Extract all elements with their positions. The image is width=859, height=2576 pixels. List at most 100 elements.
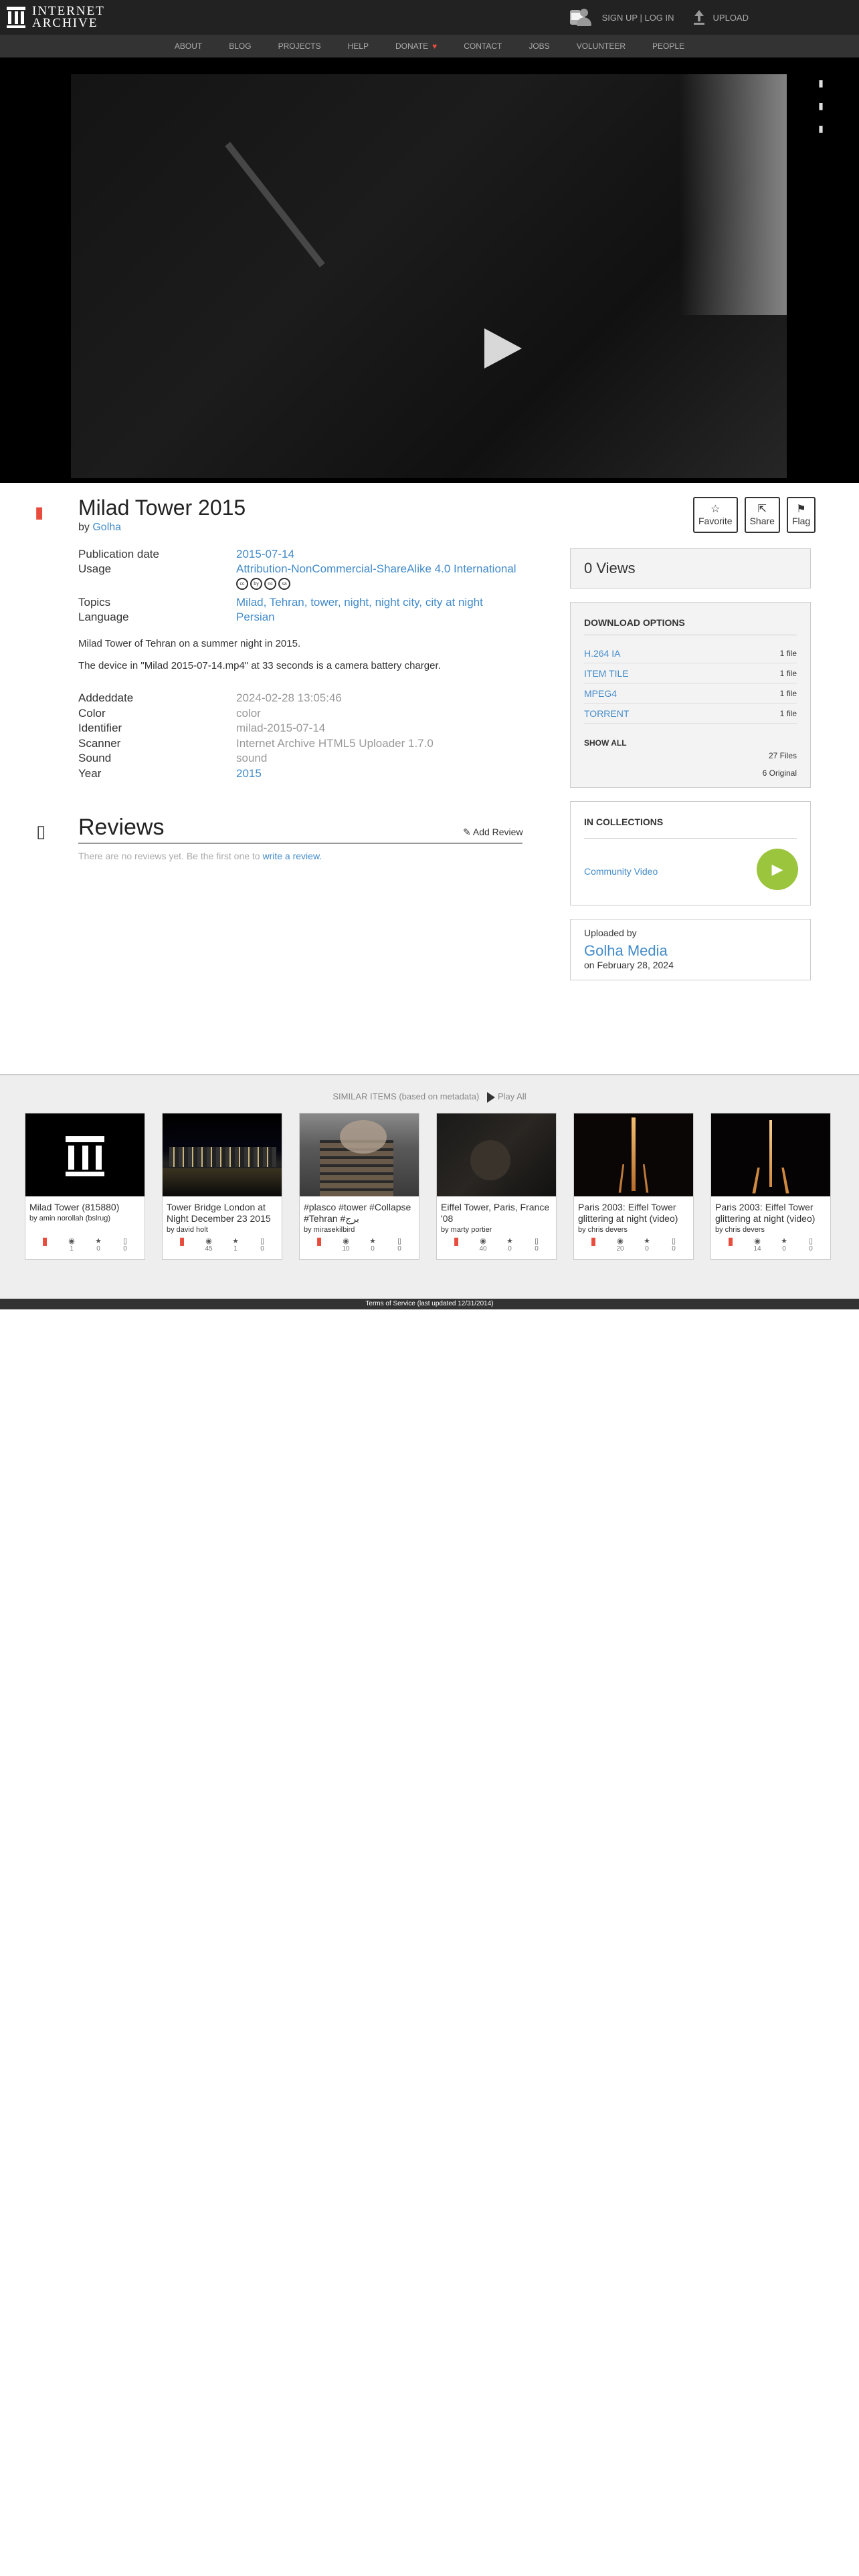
uploader-link[interactable]: Golha Media: [584, 942, 797, 960]
no-reviews-text: There are no reviews yet. Be the first o…: [78, 851, 322, 861]
description-paragraph: Milad Tower of Tehran on a summer night …: [78, 638, 301, 649]
play-all-icon[interactable]: [486, 1091, 495, 1103]
total-files-link[interactable]: 27 Files: [763, 747, 797, 764]
community-video-icon[interactable]: ▶: [757, 849, 798, 890]
item-thumbnail[interactable]: [300, 1113, 419, 1196]
item-thumbnail[interactable]: [25, 1113, 145, 1196]
images-icon[interactable]: [254, 8, 585, 27]
review-count: 0: [260, 1245, 264, 1253]
publication-date-link[interactable]: 2015-07-14: [236, 548, 294, 560]
similar-item-title[interactable]: Tower Bridge London at Night December 23…: [163, 1196, 282, 1224]
sub-nav: ABOUT BLOG PROJECTS HELP DONATE ♥ CONTACT…: [0, 35, 859, 58]
similar-items-header: SIMILAR ITEMS (based on metadata) Play A…: [0, 1091, 859, 1103]
pencil-icon: ✎: [463, 827, 471, 837]
web-icon[interactable]: [120, 8, 585, 27]
texts-icon[interactable]: [147, 8, 585, 27]
similar-item-title[interactable]: Paris 2003: Eiffel Tower glittering at n…: [574, 1196, 693, 1224]
nav-volunteer[interactable]: VOLUNTEER: [577, 41, 626, 51]
item-thumbnail[interactable]: [163, 1113, 282, 1196]
video-frame[interactable]: [71, 74, 787, 478]
play-icon[interactable]: [484, 328, 522, 368]
topics-links[interactable]: Milad, Tehran, tower, night, night city,…: [236, 596, 483, 609]
nav-jobs[interactable]: JOBS: [529, 41, 549, 51]
add-review-label: Add Review: [472, 827, 523, 837]
internet-archive-logo[interactable]: INTERNET ARCHIVE: [0, 5, 105, 29]
terms-of-service-link[interactable]: Terms of Service (last updated 12/31/201…: [365, 1300, 493, 1307]
upload-icon[interactable]: [693, 10, 705, 25]
file-count: 1 file: [779, 668, 797, 678]
language-link[interactable]: Persian: [236, 611, 275, 623]
fav-count: 0: [508, 1245, 512, 1253]
star-icon: ★: [232, 1237, 239, 1245]
original-files-link[interactable]: 6 Original: [763, 764, 797, 782]
download-item-tile-link[interactable]: ITEM TILE: [584, 668, 629, 679]
item-thumbnail[interactable]: [711, 1113, 830, 1196]
reviews-divider: [78, 843, 522, 844]
signup-login-link[interactable]: SIGN UP | LOG IN: [602, 13, 674, 23]
similar-item-title[interactable]: #plasco #tower #Collapse #Tehran #برج: [300, 1196, 419, 1224]
view-count: 1: [70, 1245, 74, 1253]
similar-item-card[interactable]: Paris 2003: Eiffel Tower glittering at n…: [710, 1113, 831, 1260]
movies-type-icon: ▮: [41, 1236, 48, 1247]
software-icon[interactable]: [227, 8, 583, 27]
collection-link[interactable]: Community Video: [584, 866, 658, 877]
audio-icon[interactable]: [200, 8, 581, 27]
nav-donate[interactable]: DONATE ♥: [395, 41, 437, 51]
play-all-link[interactable]: Play All: [498, 1091, 527, 1101]
show-all-link[interactable]: SHOW ALL: [584, 738, 797, 748]
share-side-icon[interactable]: ▮: [816, 100, 826, 111]
nav-about[interactable]: ABOUT: [175, 41, 202, 51]
sa-icon: sa: [278, 578, 290, 590]
download-mpeg4-link[interactable]: MPEG4: [584, 688, 617, 699]
similar-item-title[interactable]: Paris 2003: Eiffel Tower glittering at n…: [711, 1196, 830, 1224]
download-h264-link[interactable]: H.264 IA: [584, 648, 620, 659]
star-icon: ☆: [710, 504, 721, 515]
collections-box: IN COLLECTIONS Community Video ▶: [570, 801, 811, 905]
review-count: 0: [672, 1245, 676, 1253]
share-button[interactable]: ⇱ Share: [744, 497, 780, 533]
similar-item-title[interactable]: Milad Tower (815880): [25, 1196, 145, 1213]
author-link[interactable]: Golha: [92, 522, 121, 533]
eye-icon: ◉: [68, 1237, 75, 1245]
flag-side-icon[interactable]: ▮: [816, 123, 826, 134]
video-icon[interactable]: [173, 8, 585, 27]
nav-blog[interactable]: BLOG: [229, 41, 251, 51]
item-title: Milad Tower 2015: [78, 496, 246, 520]
nav-contact[interactable]: CONTACT: [464, 41, 502, 51]
similar-item-card[interactable]: Paris 2003: Eiffel Tower glittering at n…: [573, 1113, 694, 1260]
similar-item-author: by marty portier: [441, 1226, 492, 1234]
similar-item-card[interactable]: Tower Bridge London at Night December 23…: [162, 1113, 282, 1260]
download-torrent-link[interactable]: TORRENT: [584, 708, 629, 719]
meta-key: Identifier: [78, 722, 122, 734]
flag-button[interactable]: ⚑ Flag: [786, 497, 816, 533]
comment-icon: ▯: [671, 1237, 676, 1245]
user-icon[interactable]: [575, 7, 593, 27]
upload-link[interactable]: UPLOAD: [713, 13, 749, 23]
similar-item-card[interactable]: #plasco #tower #Collapse #Tehran #برج by…: [299, 1113, 419, 1260]
year-link[interactable]: 2015: [236, 767, 262, 780]
item-thumbnail[interactable]: [574, 1113, 693, 1196]
bookmark-icon[interactable]: ▮: [816, 78, 826, 88]
similar-item-title[interactable]: Eiffel Tower, Paris, France '08: [437, 1196, 556, 1224]
comment-icon: ▯: [122, 1237, 128, 1245]
star-icon: ★: [644, 1237, 650, 1245]
meta-value: milad-2015-07-14: [236, 722, 326, 734]
add-review-button[interactable]: ✎ Add Review: [463, 827, 523, 838]
view-count: 20: [616, 1245, 624, 1253]
similar-item-card[interactable]: Eiffel Tower, Paris, France '08 by marty…: [436, 1113, 557, 1260]
star-icon: ★: [506, 1237, 513, 1245]
license-icons[interactable]: cc by nc sa: [236, 578, 533, 590]
item-thumbnail[interactable]: [437, 1113, 556, 1196]
nav-projects[interactable]: PROJECTS: [278, 41, 321, 51]
favorite-button[interactable]: ☆ Favorite: [693, 497, 738, 533]
nav-help[interactable]: HELP: [348, 41, 369, 51]
license-link[interactable]: Attribution-NonCommercial-ShareAlike 4.0…: [236, 562, 516, 575]
eye-icon: ◉: [205, 1237, 212, 1245]
similar-item-card[interactable]: Milad Tower (815880) by amin norollah (b…: [25, 1113, 145, 1260]
write-review-link[interactable]: write a review.: [262, 851, 322, 861]
fav-count: 0: [96, 1245, 100, 1253]
nav-people[interactable]: PEOPLE: [652, 41, 684, 51]
meta-key: Color: [78, 706, 106, 720]
logo-line-2: ARCHIVE: [32, 16, 98, 30]
similar-item-author: by mirasekilbird: [304, 1226, 355, 1234]
